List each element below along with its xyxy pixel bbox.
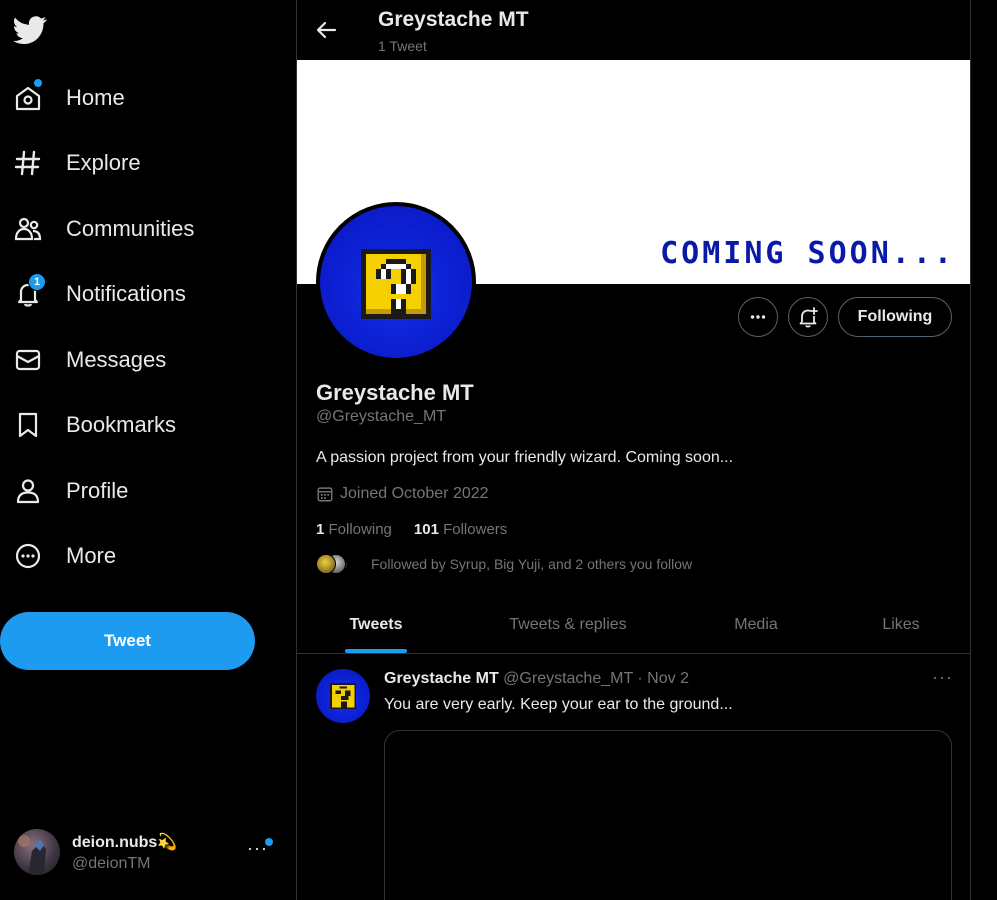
envelope-icon <box>14 346 42 374</box>
sidebar-item-explore[interactable]: Explore <box>0 138 160 188</box>
sidebar-item-label: Bookmarks <box>66 412 177 437</box>
twitter-logo-icon[interactable] <box>13 13 47 47</box>
followed-by[interactable]: Followed by Syrup, Big Yuji, and 2 other… <box>316 553 692 575</box>
banner-text: COMING SOON... <box>660 236 955 271</box>
back-arrow-icon[interactable] <box>313 16 341 44</box>
profile-tabs: Tweets Tweets & replies Media Likes <box>297 596 970 654</box>
sidebar-item-label: Profile <box>66 478 129 503</box>
hashtag-icon <box>14 149 42 177</box>
joined-date: Joined October 2022 <box>340 485 489 502</box>
profile-name: Greystache MT <box>316 380 474 405</box>
tweet-count: 1 Tweet <box>378 38 427 54</box>
profile-joined: Joined October 2022 <box>316 485 489 503</box>
tweet-media[interactable] <box>384 730 952 900</box>
sidebar-item-label: Notifications <box>66 281 186 306</box>
tweet-date[interactable]: Nov 2 <box>647 670 689 687</box>
tweet-more-icon[interactable]: ··· <box>932 667 953 688</box>
sidebar-item-label: Explore <box>66 150 141 175</box>
tab-media[interactable]: Media <box>681 596 831 653</box>
person-icon <box>14 477 42 505</box>
sidebar-item-label: Home <box>66 85 125 110</box>
tweet-author-name[interactable]: Greystache MT <box>384 670 499 687</box>
profile-avatar[interactable] <box>316 202 476 362</box>
tab-tweets[interactable]: Tweets <box>297 596 455 653</box>
following-link[interactable]: 1 Following <box>316 521 392 538</box>
sidebar-item-notifications[interactable]: 1 Notifications <box>0 269 215 319</box>
calendar-icon <box>317 487 333 502</box>
followers-link[interactable]: 101 Followers <box>414 521 507 538</box>
sidebar-item-profile[interactable]: Profile <box>0 466 150 516</box>
sidebar-item-communities[interactable]: Communities <box>0 204 215 254</box>
notifications-badge: 1 <box>28 273 46 291</box>
profile-column: Greystache MT 1 Tweet COMING SOON... Fol… <box>296 0 971 900</box>
followed-by-text: Followed by Syrup, Big Yuji, and 2 other… <box>371 556 693 572</box>
more-horizontal-icon <box>750 315 766 319</box>
question-block-icon <box>361 249 431 319</box>
sidebar-item-bookmarks[interactable]: Bookmarks <box>0 400 195 450</box>
tweet-avatar[interactable] <box>316 669 370 723</box>
sidebar-item-label: More <box>66 543 117 568</box>
home-icon <box>14 84 42 112</box>
notify-bell-button[interactable] <box>788 297 828 337</box>
sidebar-item-label: Messages <box>66 347 167 372</box>
profile-handle: @Greystache_MT <box>316 408 447 425</box>
account-handle: @deionTM <box>72 855 151 872</box>
profile-more-button[interactable] <box>738 297 778 337</box>
sidebar: Home Explore Communities 1 Notifications… <box>0 0 296 900</box>
avatar <box>14 829 60 875</box>
tweet-author-handle[interactable]: @Greystache_MT <box>503 670 633 687</box>
page-title: Greystache MT <box>378 8 529 31</box>
account-new-dot <box>265 838 273 846</box>
more-circle-icon <box>14 542 42 570</box>
communities-icon <box>14 215 42 243</box>
sidebar-item-more[interactable]: More <box>0 531 140 581</box>
sidebar-item-label: Communities <box>66 216 195 241</box>
active-tab-indicator <box>345 649 407 653</box>
bell-plus-icon <box>799 307 818 328</box>
question-block-icon <box>329 682 357 710</box>
profile-bio: A passion project from your friendly wiz… <box>316 449 734 466</box>
tweet-button[interactable]: Tweet <box>0 612 255 670</box>
tweet-header: Greystache MT @Greystache_MT · Nov 2 <box>384 670 689 688</box>
tab-likes[interactable]: Likes <box>831 596 970 653</box>
bookmark-icon <box>14 411 42 439</box>
following-button[interactable]: Following <box>838 297 952 337</box>
profile-stats: 1 Following 101 Followers <box>316 521 507 538</box>
sidebar-item-messages[interactable]: Messages <box>0 335 185 385</box>
profile-header: Greystache MT 1 Tweet <box>297 0 970 60</box>
home-new-dot <box>34 79 42 87</box>
tweet-text: You are very early. Keep your ear to the… <box>384 696 733 713</box>
tweet[interactable]: Greystache MT @Greystache_MT · Nov 2 ···… <box>297 655 970 900</box>
tweet-separator: · <box>637 670 643 687</box>
tab-tweets-replies[interactable]: Tweets & replies <box>455 596 681 653</box>
sidebar-item-home[interactable]: Home <box>0 73 150 123</box>
account-name: deion.nubs💫 <box>72 834 178 851</box>
avatar <box>316 554 336 574</box>
account-switcher[interactable]: deion.nubs💫 @deionTM ··· <box>0 820 290 884</box>
